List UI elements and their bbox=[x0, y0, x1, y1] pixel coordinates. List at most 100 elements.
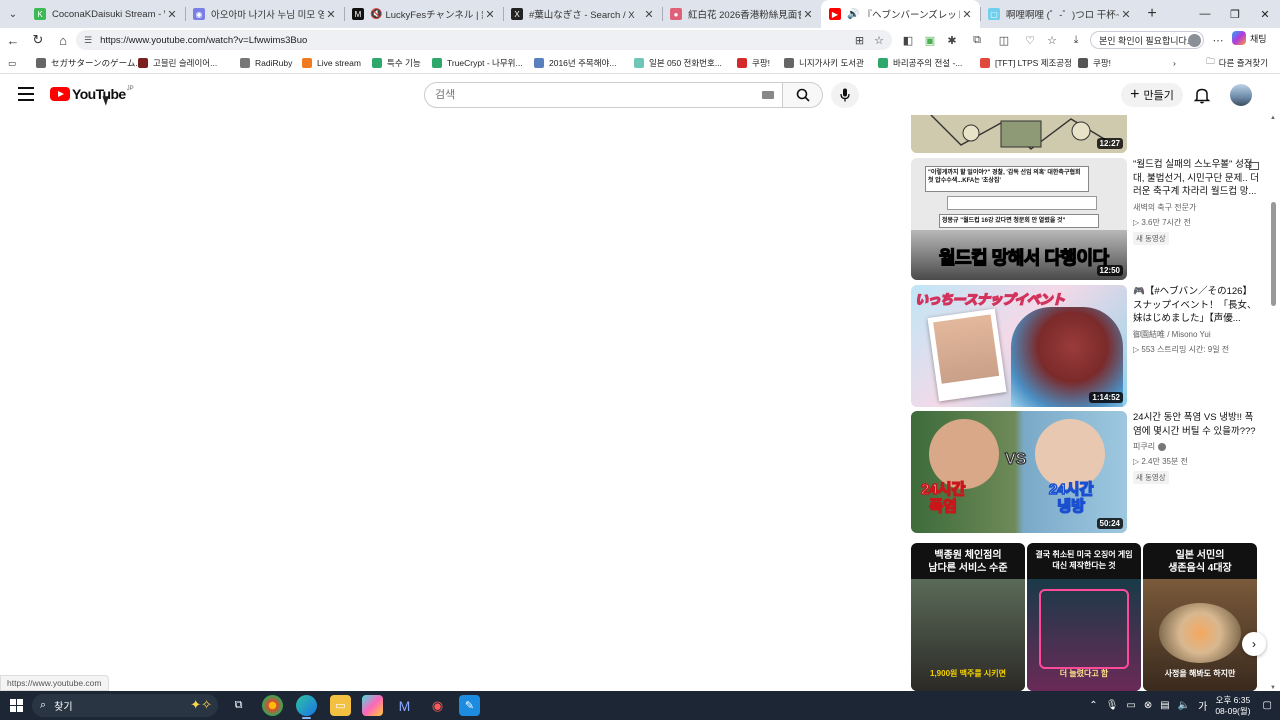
network-icon[interactable]: ▤ bbox=[1160, 700, 1169, 711]
microphone-tray-icon[interactable]: 🎙 bbox=[1106, 700, 1119, 711]
reload-button[interactable]: ↻ bbox=[26, 28, 50, 52]
profile-button[interactable]: 본인 확인이 필요합니다. bbox=[1090, 31, 1204, 49]
extension-icon-3[interactable]: ✱ bbox=[940, 28, 964, 52]
video-title[interactable]: 🎮【#ヘブバン／その126】スナップイベント！「長女、妹はじめました」【声優..… bbox=[1133, 285, 1259, 326]
create-button[interactable]: + 만들기 bbox=[1121, 83, 1183, 107]
bookmark-item[interactable]: 일본 050 전화번호... bbox=[634, 52, 722, 74]
extension-icon-1[interactable]: ◧ bbox=[896, 28, 920, 52]
video-thumbnail[interactable]: 24시간 폭염 VS 24시간 냉방 50:24 bbox=[911, 411, 1127, 533]
video-card[interactable]: 12:27 bbox=[911, 115, 1261, 153]
video-title[interactable]: "월드컵 실패의 스노우볼" 성접대, 불법선거, 시민구단 문제.. 더러운 … bbox=[1133, 158, 1259, 199]
bookmark-item[interactable]: [TFT] LTPS 제조공정 bbox=[980, 52, 1072, 74]
close-window-button[interactable]: ✕ bbox=[1250, 0, 1280, 28]
app-icon-m[interactable]: M bbox=[394, 695, 415, 716]
short-card[interactable]: 결국 취소된 미국 오징어 게임 대신 제작한다는 것 더 늘렸다고 함 bbox=[1027, 543, 1141, 691]
browser-essentials-icon[interactable]: ♡ bbox=[1018, 28, 1042, 52]
browser-tab[interactable]: ▶ 🔊『ヘブンバーンズレッド』公式生放送✕ bbox=[821, 0, 980, 28]
more-menu-icon[interactable]: ⋯ bbox=[1206, 28, 1230, 52]
maximize-button[interactable]: ❐ bbox=[1220, 0, 1250, 28]
channel-name[interactable]: 피쿠리 bbox=[1133, 441, 1259, 452]
bookmark-item[interactable]: セガサターンのゲーム... bbox=[36, 52, 142, 74]
browser-tab[interactable]: M 🔇LuckyFesチャンネル | 無料で✕ bbox=[344, 0, 503, 28]
tab-close-icon[interactable]: ✕ bbox=[324, 8, 338, 21]
tray-expand-icon[interactable]: ⌃ bbox=[1089, 700, 1097, 711]
task-view-icon[interactable]: ⧉ bbox=[228, 695, 249, 716]
video-thumbnail[interactable]: いっちースナップイベント 1:14:52 bbox=[911, 285, 1127, 407]
app-icon-pen[interactable]: ✎ bbox=[459, 695, 480, 716]
battery-icon[interactable]: ▭ bbox=[1126, 700, 1135, 711]
extension-icon-2[interactable]: ▣ bbox=[918, 28, 942, 52]
site-info-icon[interactable]: ☰ bbox=[84, 35, 92, 46]
taskbar-search[interactable]: ⌕ 찾기 ✦✧ bbox=[32, 694, 218, 717]
video-thumbnail[interactable]: 12:27 bbox=[911, 115, 1127, 153]
split-screen-icon[interactable]: ◫ bbox=[992, 28, 1016, 52]
video-card[interactable]: 24시간 폭염 VS 24시간 냉방 50:24 24시간 동안 폭염 VS 냉… bbox=[911, 411, 1261, 533]
video-title[interactable]: 24시간 동안 폭염 VS 냉방!! 폭염에 몇시간 버틸 수 있을까??? bbox=[1133, 411, 1259, 438]
favorites-icon[interactable]: ☆ bbox=[1040, 28, 1064, 52]
search-input[interactable] bbox=[435, 89, 762, 101]
bookmark-item[interactable]: RadiRuby bbox=[240, 52, 292, 74]
copilot-app-icon[interactable] bbox=[362, 695, 383, 716]
tab-close-icon[interactable]: ✕ bbox=[165, 8, 179, 21]
copilot-button[interactable]: 채팅 bbox=[1232, 31, 1267, 45]
bookmark-item[interactable]: 특수 기능 bbox=[372, 52, 421, 74]
bookmark-item[interactable]: 쿠팡! bbox=[1078, 52, 1111, 74]
video-thumbnail[interactable]: "이렇게까지 할 일이야?" 경찰, '감독 선임 의혹' 대한축구협회 첫 압… bbox=[911, 158, 1127, 280]
video-card[interactable]: いっちースナップイベント 1:14:52 🎮【#ヘブバン／その126】スナップイ… bbox=[911, 285, 1261, 407]
tab-close-icon[interactable]: ✕ bbox=[960, 8, 974, 21]
notifications-icon[interactable]: ▢ bbox=[1263, 700, 1272, 711]
read-aloud-icon[interactable]: ⊞ bbox=[855, 34, 864, 47]
channel-name[interactable]: 새벽의 축구 전문가 bbox=[1133, 202, 1259, 213]
new-tab-button[interactable]: + bbox=[1139, 5, 1165, 23]
clock[interactable]: 오후 6:35 08-09(월) bbox=[1215, 695, 1250, 717]
minimize-button[interactable]: — bbox=[1190, 0, 1220, 28]
home-button[interactable]: ⌂ bbox=[51, 28, 75, 52]
tab-muted-icon[interactable]: 🔇 bbox=[370, 9, 382, 20]
browser-tab[interactable]: ◉ 아오아마 나기사 누님 미모 영정 ✕ bbox=[185, 0, 344, 28]
voice-search-button[interactable] bbox=[831, 82, 859, 108]
keyboard-icon[interactable] bbox=[762, 91, 774, 99]
favorite-star-icon[interactable]: ☆ bbox=[874, 34, 884, 47]
tab-search-menu-button[interactable]: ⌄ bbox=[0, 0, 26, 28]
search-box[interactable] bbox=[424, 82, 783, 108]
tab-close-icon[interactable]: ✕ bbox=[1119, 8, 1133, 21]
browser-tab[interactable]: ▢ 啊哩啊哩 (゜-゜)つロ 干杯~-bilibili✕ bbox=[980, 0, 1139, 28]
bookmark-item[interactable]: Live stream bbox=[302, 52, 361, 74]
bookmark-item[interactable]: 2016년 주목해야... bbox=[534, 52, 616, 74]
scrollbar-thumb[interactable] bbox=[1271, 202, 1276, 306]
bookmark-item[interactable]: 니지가사키 도서관 bbox=[784, 52, 864, 74]
tray-app-icon[interactable]: ⊗ bbox=[1144, 700, 1152, 711]
volume-icon[interactable]: 🔈 bbox=[1178, 700, 1190, 711]
page-scrollbar[interactable]: ▲ ▼ bbox=[1268, 115, 1280, 691]
channel-name[interactable]: 御園結唯 / Misono Yui bbox=[1133, 329, 1259, 340]
bookmark-item[interactable]: 바리공주의 전설 -... bbox=[878, 52, 962, 74]
bookmark-item[interactable]: TrueCrypt - 나무위... bbox=[432, 52, 523, 74]
shorts-next-button[interactable]: › bbox=[1242, 632, 1266, 656]
browser-tab[interactable]: K CoconaKDaisuki Stream - Watch✕ bbox=[26, 0, 185, 28]
keyboard-layout-icon[interactable]: 가 bbox=[1198, 698, 1207, 713]
browser-tab[interactable]: X #葉山なぎさ - Search / X ✕ bbox=[503, 0, 662, 28]
video-card[interactable]: "이렇게까지 할 일이야?" 경찰, '감독 선임 의혹' 대한축구협회 첫 압… bbox=[911, 158, 1261, 280]
notifications-bell-icon[interactable] bbox=[1192, 85, 1212, 105]
tab-close-icon[interactable]: ✕ bbox=[483, 8, 497, 21]
file-explorer-icon[interactable]: ▭ bbox=[330, 695, 351, 716]
guide-menu-icon[interactable] bbox=[18, 87, 34, 101]
short-card[interactable]: 백종원 체인점의 남다른 서비스 수준 1,900원 맥주를 시키면 bbox=[911, 543, 1025, 691]
app-icon-record[interactable]: ◉ bbox=[427, 695, 448, 716]
back-button[interactable]: ← bbox=[1, 28, 25, 52]
bookmark-item[interactable]: 고블린 슬레이어... bbox=[138, 52, 217, 74]
mini-player-icon[interactable] bbox=[1249, 162, 1259, 170]
youtube-logo[interactable]: YouTube JP bbox=[50, 86, 134, 102]
bookmarks-sidebar-icon[interactable]: ▭ bbox=[8, 52, 16, 74]
scroll-up-arrow-icon[interactable]: ▲ bbox=[1270, 115, 1276, 121]
search-button[interactable] bbox=[783, 82, 823, 108]
tab-audio-icon[interactable]: 🔊 bbox=[847, 9, 859, 20]
browser-tab[interactable]: ● 紅白花 2026香港粉絲見面會 | art✕ bbox=[662, 0, 821, 28]
tab-close-icon[interactable]: ✕ bbox=[642, 8, 656, 21]
chrome-icon[interactable] bbox=[262, 695, 283, 716]
user-avatar[interactable] bbox=[1230, 84, 1252, 106]
bookmark-item[interactable]: 쿠팡! bbox=[737, 52, 770, 74]
start-button[interactable] bbox=[10, 699, 23, 712]
extensions-icon[interactable]: ⧉ bbox=[965, 28, 989, 52]
url-field[interactable]: ☰ https://www.youtube.com/watch?v=Lfwwim… bbox=[76, 30, 892, 50]
